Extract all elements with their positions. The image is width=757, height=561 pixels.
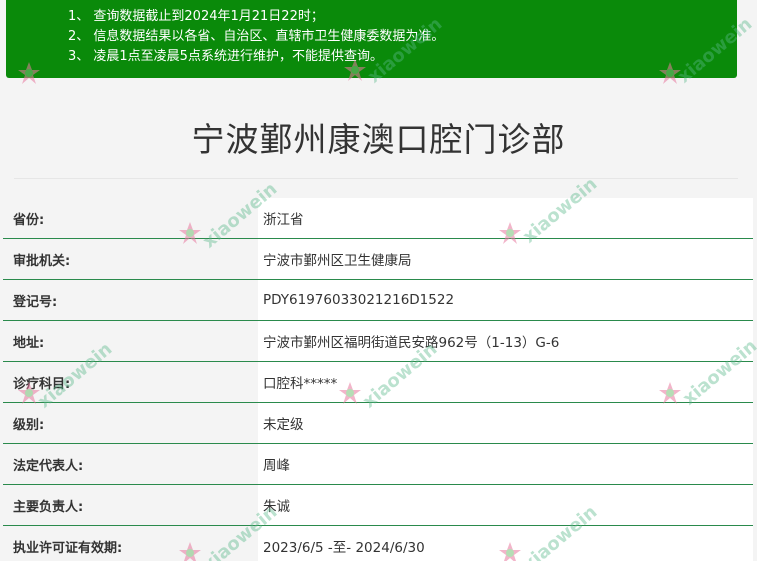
info-value: 周峰: [258, 444, 753, 484]
info-row-level: 级别: 未定级: [3, 403, 753, 444]
info-value: 宁波市鄞州区福明街道民安路962号（1-13）G-6: [258, 321, 753, 361]
notice-banner: 1、 查询数据截止到2024年1月21日22时； 2、 信息数据结果以各省、自治…: [6, 0, 737, 78]
info-table: 省份: 浙江省 审批机关: 宁波市鄞州区卫生健康局 登记号: PDY619760…: [3, 198, 753, 561]
info-row-registration-number: 登记号: PDY61976033021216D1522: [3, 280, 753, 321]
info-value: 浙江省: [258, 198, 753, 238]
info-row-legal-representative: 法定代表人: 周峰: [3, 444, 753, 485]
notice-line-3: 3、 凌晨1点至凌晨5点系统进行维护，不能提供查询。: [68, 49, 383, 64]
info-label: 主要负责人:: [13, 499, 84, 515]
info-label: 省份:: [13, 212, 45, 228]
info-row-address: 地址: 宁波市鄞州区福明街道民安路962号（1-13）G-6: [3, 321, 753, 362]
info-row-principal: 主要负责人: 朱诚: [3, 485, 753, 526]
info-label: 登记号:: [13, 294, 58, 310]
info-row-license-validity: 执业许可证有效期: 2023/6/5 -至- 2024/6/30: [3, 526, 753, 561]
notice-line-1: 1、 查询数据截止到2024年1月21日22时；: [68, 9, 324, 24]
info-label: 审批机关:: [13, 253, 71, 269]
info-label: 执业许可证有效期:: [13, 540, 123, 556]
info-value: 2023/6/5 -至- 2024/6/30: [258, 526, 753, 561]
info-value: 朱诚: [258, 485, 753, 525]
info-value: 未定级: [258, 403, 753, 443]
notice-line-2: 2、 信息数据结果以各省、自治区、直辖市卫生健康委数据为准。: [68, 29, 445, 44]
page: 1、 查询数据截止到2024年1月21日22时； 2、 信息数据结果以各省、自治…: [0, 0, 757, 561]
info-row-approval-authority: 审批机关: 宁波市鄞州区卫生健康局: [3, 239, 753, 280]
info-value: 口腔科*****: [258, 362, 753, 402]
info-label: 级别:: [13, 417, 45, 433]
title-divider: [14, 178, 738, 179]
info-label: 法定代表人:: [13, 458, 84, 474]
clinic-title: 宁波鄞州康澳口腔门诊部: [191, 120, 566, 159]
info-label: 地址:: [13, 335, 45, 351]
info-label: 诊疗科目:: [13, 376, 71, 392]
info-value: 宁波市鄞州区卫生健康局: [258, 239, 753, 279]
info-row-departments: 诊疗科目: 口腔科*****: [3, 362, 753, 403]
info-value: PDY61976033021216D1522: [258, 280, 753, 320]
info-row-province: 省份: 浙江省: [3, 198, 753, 239]
